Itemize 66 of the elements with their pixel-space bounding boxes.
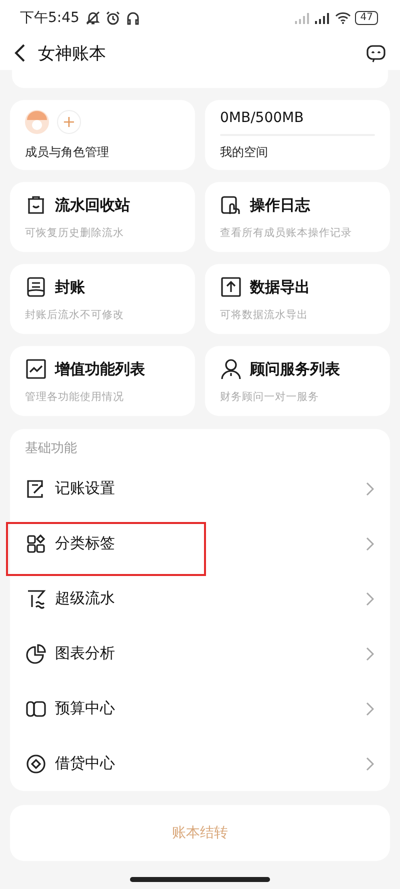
trash-icon (25, 194, 47, 216)
chevron-right-icon (366, 592, 374, 606)
tile-title: 操作日志 (250, 196, 310, 214)
chat-icon[interactable] (366, 43, 386, 63)
edit-icon (26, 478, 46, 498)
feature-tile[interactable]: 封账 封账后流水不可修改 (10, 264, 195, 334)
wifi-icon (335, 12, 352, 24)
pie-chart-icon (26, 644, 46, 664)
status-time: 下午5:45 (20, 9, 80, 27)
storage-card[interactable]: 0MB/500MB 我的空间 (205, 100, 390, 170)
chart-icon (25, 358, 47, 380)
members-card[interactable]: + 成员与角色管理 (10, 100, 195, 170)
menu-item[interactable]: 预算中心 (10, 681, 390, 736)
feature-tile[interactable]: 数据导出 可将数据流水导出 (205, 264, 390, 334)
tile-subtitle: 可将数据流水导出 (220, 308, 309, 322)
storage-usage: 0MB/500MB (220, 110, 305, 126)
tile-title: 封账 (55, 278, 85, 296)
menu-item-label: 图表分析 (55, 644, 116, 663)
menu-item[interactable]: 超级流水 (10, 571, 390, 626)
person-icon (220, 358, 242, 380)
menu-item-label: 超级流水 (55, 589, 116, 608)
chevron-right-icon (366, 536, 374, 550)
feature-tile[interactable]: 流水回收站 可恢复历史删除流水 (10, 182, 195, 252)
upload-icon (220, 276, 242, 298)
menu-item-label: 借贷中心 (55, 754, 116, 773)
chevron-right-icon (366, 482, 374, 496)
tile-title: 顾问服务列表 (250, 360, 340, 378)
tile-subtitle: 财务顾问一对一服务 (220, 390, 320, 404)
feature-tile[interactable]: 增值功能列表 管理各功能使用情况 (10, 346, 195, 416)
tile-subtitle: 可恢复历史删除流水 (25, 226, 125, 240)
feature-tile[interactable]: 操作日志 查看所有成员账本操作记录 (205, 182, 390, 252)
signal-icon (315, 12, 332, 24)
section-heading: 基础功能 (24, 440, 78, 458)
menu-item[interactable]: 图表分析 (10, 626, 390, 681)
menu-item[interactable]: 借贷中心 (10, 736, 390, 791)
ledger-icon (25, 276, 47, 298)
storage-label: 我的空间 (220, 144, 269, 160)
hand-icon (220, 194, 242, 216)
filter-icon (26, 588, 46, 608)
chevron-right-icon (366, 702, 374, 716)
chevron-right-icon (366, 646, 374, 660)
avatar-icon (25, 110, 49, 134)
tile-title: 流水回收站 (55, 196, 130, 214)
tile-subtitle: 查看所有成员账本操作记录 (220, 226, 353, 240)
tile-title: 数据导出 (250, 278, 310, 296)
signal-icon (295, 12, 312, 24)
panel-icon (26, 698, 46, 718)
members-label: 成员与角色管理 (25, 144, 110, 160)
tile-subtitle: 管理各功能使用情况 (25, 390, 125, 404)
chevron-right-icon (366, 756, 374, 770)
battery-level: 47 (355, 11, 378, 25)
menu-item-label: 预算中心 (55, 699, 116, 718)
menu-item-label: 记账设置 (55, 479, 116, 498)
headphones-icon (125, 10, 142, 26)
grid-icon (26, 534, 46, 554)
coin-icon (26, 754, 46, 774)
alarm-icon (105, 10, 122, 26)
feature-tile[interactable]: 顾问服务列表 财务顾问一对一服务 (205, 346, 390, 416)
bell-off-icon (85, 10, 102, 26)
back-icon[interactable] (14, 44, 26, 62)
menu-item[interactable]: 分类标签 (10, 516, 390, 571)
tile-subtitle: 封账后流水不可修改 (25, 308, 125, 322)
page-title: 女神账本 (38, 42, 106, 64)
menu-item[interactable]: 记账设置 (10, 461, 390, 516)
tile-title: 增值功能列表 (55, 360, 145, 378)
menu-item-label: 分类标签 (55, 534, 116, 553)
